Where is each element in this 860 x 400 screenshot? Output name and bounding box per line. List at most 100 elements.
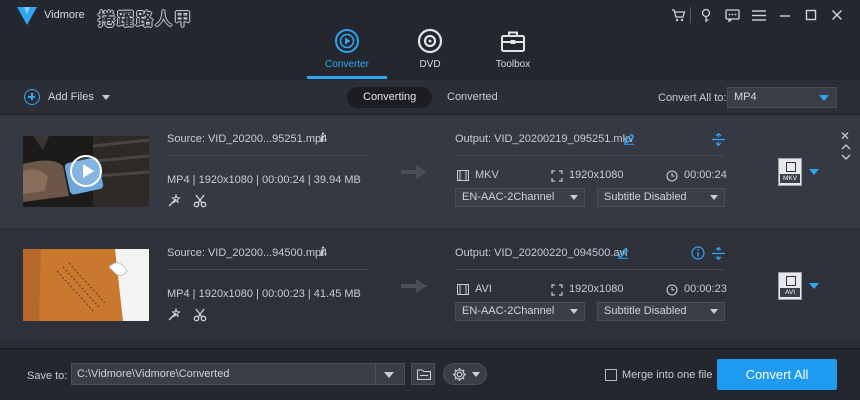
output-resolution: 1920x1080 bbox=[569, 283, 624, 295]
audio-track-select[interactable]: EN-AAC-2Channel bbox=[455, 302, 585, 321]
film-icon bbox=[786, 276, 796, 286]
magic-wand-icon[interactable] bbox=[167, 194, 181, 208]
source-meta: MP4 | 1920x1080 | 00:00:24 | 39.94 MB bbox=[167, 174, 361, 186]
converter-icon bbox=[335, 29, 359, 53]
clock-icon bbox=[666, 284, 678, 296]
key-icon[interactable] bbox=[697, 6, 715, 24]
format-badge-label: AVI bbox=[780, 288, 800, 297]
video-thumbnail[interactable] bbox=[23, 136, 149, 207]
output-format: MKV bbox=[475, 169, 499, 181]
chevron-down-icon[interactable] bbox=[384, 372, 394, 378]
cart-icon[interactable] bbox=[669, 6, 687, 24]
chevron-down-icon bbox=[570, 309, 578, 314]
audio-track-value: EN-AAC-2Channel bbox=[462, 191, 555, 203]
file-row: Source: VID_20200...94500.mp4 i MP4 | 19… bbox=[0, 230, 860, 342]
format-badge-label: MKV bbox=[780, 174, 800, 183]
convert-all-format-select[interactable]: MP4 bbox=[727, 87, 837, 108]
chevron-down-icon[interactable] bbox=[101, 94, 110, 100]
film-icon bbox=[786, 162, 796, 172]
info-icon[interactable]: i bbox=[320, 131, 325, 145]
maximize-icon[interactable] bbox=[802, 6, 820, 24]
chevron-down-icon[interactable] bbox=[809, 283, 819, 289]
divider bbox=[167, 155, 369, 156]
info-icon[interactable]: i bbox=[320, 245, 325, 259]
convert-all-to-label: Convert All to: bbox=[658, 92, 727, 104]
scissors-icon[interactable] bbox=[193, 194, 207, 208]
film-icon bbox=[457, 170, 469, 181]
file-row: Source: VID_20200...95251.mp4 i MP4 | 19… bbox=[0, 116, 860, 228]
watermark: 捲躍路人甲 bbox=[98, 10, 193, 30]
merge-checkbox[interactable] bbox=[605, 369, 617, 381]
active-tab-indicator bbox=[307, 76, 387, 79]
output-format: AVI bbox=[475, 283, 492, 295]
output-resolution: 1920x1080 bbox=[569, 169, 624, 181]
source-meta: MP4 | 1920x1080 | 00:00:23 | 41.45 MB bbox=[167, 288, 361, 300]
save-path-select[interactable]: C:\Vidmore\Vidmore\Converted bbox=[71, 363, 405, 385]
convert-all-button[interactable]: Convert All bbox=[717, 359, 837, 390]
chevron-down-icon[interactable] bbox=[809, 169, 819, 175]
info-circle-icon[interactable] bbox=[691, 246, 705, 260]
audio-track-value: EN-AAC-2Channel bbox=[462, 305, 555, 317]
magic-wand-icon[interactable] bbox=[167, 308, 181, 322]
settings-compare-icon[interactable] bbox=[712, 247, 725, 260]
output-filename: Output: VID_20200220_094500.avi bbox=[455, 247, 628, 259]
subtitle-value: Subtitle Disabled bbox=[604, 305, 687, 317]
scissors-icon[interactable] bbox=[193, 308, 207, 322]
toolbar: Add Files Converting Converted Convert A… bbox=[0, 80, 860, 114]
remove-file-icon[interactable]: ✕ bbox=[840, 130, 850, 142]
resize-icon bbox=[551, 284, 563, 296]
film-icon bbox=[457, 284, 469, 295]
settings-button[interactable] bbox=[443, 363, 487, 385]
edit-pencil-icon[interactable] bbox=[623, 133, 635, 145]
tab-converting[interactable]: Converting bbox=[347, 87, 433, 108]
minimize-icon[interactable] bbox=[776, 6, 794, 24]
add-files-label: Add Files bbox=[48, 91, 94, 103]
subtitle-value: Subtitle Disabled bbox=[604, 191, 687, 203]
chevron-down-icon bbox=[710, 195, 718, 200]
clock-icon bbox=[666, 170, 678, 182]
tab-dvd[interactable]: DVD bbox=[390, 28, 470, 70]
output-format-badge[interactable]: AVI bbox=[778, 272, 802, 300]
convert-all-format-value: MP4 bbox=[734, 91, 757, 103]
audio-track-select[interactable]: EN-AAC-2Channel bbox=[455, 188, 585, 207]
app-name: Vidmore bbox=[44, 9, 85, 21]
move-up-icon[interactable] bbox=[841, 143, 851, 150]
edit-tools bbox=[167, 194, 207, 208]
tab-toolbox[interactable]: Toolbox bbox=[473, 28, 553, 70]
move-down-icon[interactable] bbox=[841, 154, 851, 161]
subtitle-select[interactable]: Subtitle Disabled bbox=[597, 302, 725, 321]
divider bbox=[167, 269, 369, 270]
save-path-value: C:\Vidmore\Vidmore\Converted bbox=[77, 368, 230, 380]
edit-pencil-icon[interactable] bbox=[617, 247, 629, 259]
edit-tools bbox=[167, 308, 207, 322]
title-bar: Vidmore 捲躍路人甲 Converter DVD Toolbox bbox=[0, 0, 860, 80]
divider bbox=[455, 269, 725, 270]
video-thumbnail[interactable] bbox=[23, 249, 149, 321]
add-files-button[interactable]: Add Files bbox=[24, 89, 110, 105]
close-icon[interactable] bbox=[828, 6, 846, 24]
title-separator bbox=[690, 7, 691, 23]
open-folder-button[interactable] bbox=[411, 363, 435, 385]
tab-toolbox-label: Toolbox bbox=[495, 59, 531, 70]
divider bbox=[375, 364, 376, 384]
output-duration: 00:00:24 bbox=[684, 169, 727, 181]
chevron-down-icon bbox=[472, 372, 480, 377]
chevron-down-icon bbox=[570, 195, 578, 200]
feedback-icon[interactable] bbox=[723, 6, 741, 24]
merge-label[interactable]: Merge into one file bbox=[622, 369, 713, 381]
divider bbox=[455, 155, 725, 156]
output-format-badge[interactable]: MKV bbox=[778, 158, 802, 186]
menu-icon[interactable] bbox=[750, 6, 768, 24]
folder-icon bbox=[417, 369, 431, 380]
vidmore-logo-icon bbox=[17, 7, 37, 25]
dvd-icon bbox=[417, 28, 443, 54]
add-circle-icon bbox=[24, 89, 40, 105]
thumbnail-image bbox=[23, 249, 149, 321]
toolbox-icon bbox=[501, 31, 525, 52]
output-details: MKV 1920x1080 00:00:24 bbox=[455, 169, 727, 183]
subtitle-select[interactable]: Subtitle Disabled bbox=[597, 188, 725, 207]
tab-converter[interactable]: Converter bbox=[307, 28, 387, 70]
play-icon[interactable] bbox=[70, 155, 102, 187]
tab-converted[interactable]: Converted bbox=[431, 87, 514, 108]
settings-compare-icon[interactable] bbox=[712, 133, 725, 146]
